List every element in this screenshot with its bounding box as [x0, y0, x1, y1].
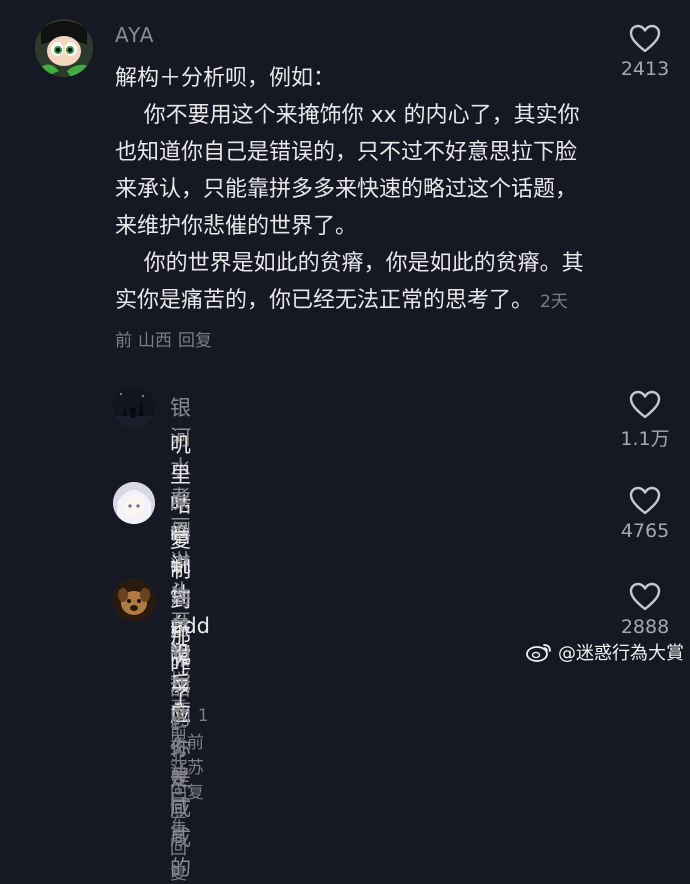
- reply-button[interactable]: 回复: [178, 331, 212, 351]
- avatar[interactable]: [35, 19, 93, 77]
- reply-text: 那咋了: [170, 624, 191, 708]
- avatar[interactable]: [113, 482, 155, 524]
- heart-outline-icon: [629, 24, 661, 53]
- username[interactable]: AYA: [115, 23, 154, 47]
- like-button[interactable]: 2413: [615, 24, 675, 80]
- comment-paragraph-text: 你的世界是如此的贫瘠，你是如此的贫瘠。其实你是痛苦的，你已经无法正常的思考了。: [115, 251, 584, 313]
- reply-time: 1天前: [170, 714, 187, 784]
- heart-outline-icon: [629, 390, 661, 419]
- avatar-image: [113, 386, 155, 428]
- like-count: 1.1万: [620, 428, 670, 450]
- watermark-text: @迷惑行為大賞: [558, 643, 684, 664]
- like-button[interactable]: 4765: [615, 486, 675, 542]
- like-count: 2888: [620, 616, 670, 638]
- comment-intro: 解构＋分析呗，例如：: [115, 66, 336, 91]
- watermark: @迷惑行為大賞: [526, 639, 684, 665]
- heart-outline-icon: [629, 582, 661, 611]
- comment-body: 解构＋分析呗，例如： 你不要用这个来掩饰你 xx 的内心了，其实你也知道你自己是…: [115, 60, 590, 360]
- avatar-image: [113, 482, 155, 524]
- avatar-image: [35, 19, 93, 77]
- like-count: 2413: [620, 58, 670, 80]
- avatar[interactable]: [113, 579, 155, 621]
- like-button[interactable]: 2888: [615, 582, 675, 638]
- like-button[interactable]: 1.1万: [615, 390, 675, 451]
- weibo-logo-icon: [526, 644, 551, 662]
- comment-paragraph: 你不要用这个来掩饰你 xx 的内心了，其实你也知道你自己是错误的，只不过不好意思…: [115, 103, 580, 239]
- reply-body: 那咋了 1天前广东回复: [170, 620, 193, 884]
- avatar-image: [113, 579, 155, 621]
- reply-button[interactable]: 回复: [170, 839, 187, 884]
- heart-outline-icon: [629, 486, 661, 515]
- avatar[interactable]: [113, 386, 155, 428]
- comment-paragraph: 你的世界是如此的贫瘠，你是如此的贫瘠。其实你是痛苦的，你已经无法正常的思考了。 …: [115, 245, 590, 360]
- reply-location: 广东: [170, 789, 187, 834]
- like-count: 4765: [620, 520, 670, 542]
- reply-meta: 1天前广东回复: [170, 714, 193, 884]
- comment-location: 山西: [138, 331, 172, 351]
